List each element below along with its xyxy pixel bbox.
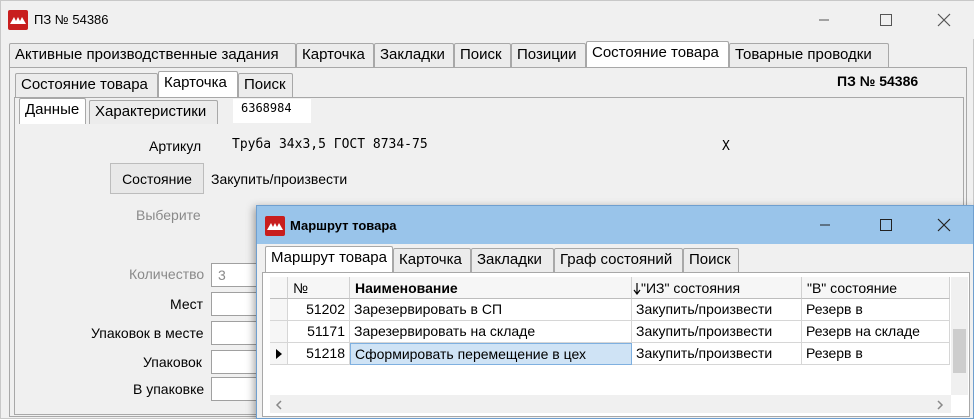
tab-bookmarks[interactable]: Закладки <box>374 43 454 67</box>
route-tab-bookmarks[interactable]: Закладки <box>471 248 554 272</box>
minimize-button[interactable] <box>801 1 847 39</box>
close-icon <box>937 218 951 232</box>
table-row-to-state[interactable]: Резерв в <box>802 343 950 365</box>
clear-mark[interactable]: X <box>722 139 730 154</box>
route-window: Маршрут товара Маршрут товара Карточка З… <box>256 205 974 419</box>
route-window-title: Маршрут товара <box>290 218 397 233</box>
tab-search[interactable]: Поиск <box>454 43 511 67</box>
places-label: Мест <box>170 296 204 312</box>
route-titlebar[interactable]: Маршрут товара <box>257 206 973 244</box>
tab-positions[interactable]: Позиции <box>511 43 586 67</box>
route-tab-route[interactable]: Маршрут товара <box>265 246 393 272</box>
table-row-from-state[interactable]: Закупить/произвести <box>632 321 802 343</box>
tab-card[interactable]: Карточка <box>296 43 374 67</box>
sort-arrow-icon <box>633 277 641 298</box>
maximize-icon <box>880 219 892 231</box>
close-icon <box>937 13 951 27</box>
column-header-num[interactable]: № <box>288 277 350 299</box>
maximize-icon <box>880 14 892 26</box>
route-tab-card[interactable]: Карточка <box>393 248 471 272</box>
subtab-item-state[interactable]: Состояние товара <box>15 73 158 97</box>
table-row-num[interactable]: 51218 <box>288 343 350 365</box>
route-grid: № Наименование "ИЗ" состояния "В" состоя… <box>270 277 950 395</box>
vertical-scroll-thumb[interactable] <box>953 329 966 373</box>
table-row-name[interactable]: Зарезервировать в СП <box>350 299 632 321</box>
route-grid-panel: № Наименование "ИЗ" состояния "В" состоя… <box>262 272 970 417</box>
packs-in-place-field[interactable] <box>211 321 261 345</box>
main-titlebar[interactable]: ПЗ № 54386 <box>1 1 974 39</box>
minimize-icon <box>818 14 830 26</box>
vertical-scrollbar[interactable] <box>951 277 968 395</box>
table-row-num[interactable]: 51171 <box>288 321 350 343</box>
state-value: Закупить/произвести <box>211 171 348 187</box>
table-row-num[interactable]: 51202 <box>288 299 350 321</box>
packs-in-place-label: Упаковок в месте <box>91 325 204 341</box>
route-close-button[interactable] <box>921 206 967 244</box>
row-indicator[interactable] <box>270 321 288 343</box>
packs-field[interactable] <box>211 350 261 374</box>
doc-number-label: ПЗ № 54386 <box>837 73 919 89</box>
inner-tab-characteristics[interactable]: Характеристики <box>89 100 218 124</box>
route-maximize-button[interactable] <box>863 206 909 244</box>
quantity-field[interactable]: 3 <box>211 263 261 287</box>
table-row-to-state[interactable]: Резерв на складе <box>802 321 950 343</box>
row-indicator[interactable] <box>270 299 288 321</box>
close-button[interactable] <box>921 1 967 39</box>
code-field[interactable]: 6368984 <box>233 99 311 123</box>
in-pack-label: В упаковке <box>133 381 205 397</box>
column-header-from-state-label: "ИЗ" состояния <box>641 280 741 296</box>
inner-tab-data[interactable]: Данные <box>19 98 86 124</box>
article-label: Артикул <box>149 138 202 154</box>
subtab-card[interactable]: Карточка <box>158 71 238 97</box>
route-logo-icon <box>265 216 285 236</box>
minimize-icon <box>819 219 831 231</box>
tab-item-transactions[interactable]: Товарные проводки <box>729 43 889 67</box>
tab-active-tasks[interactable]: Активные производственные задания <box>9 43 296 67</box>
main-window-title: ПЗ № 54386 <box>34 12 109 27</box>
row-indicator-current[interactable] <box>270 343 288 365</box>
subtab-search[interactable]: Поиск <box>238 73 293 97</box>
app-logo-icon <box>8 10 28 30</box>
choose-label: Выберите <box>136 207 201 223</box>
column-header-from-state[interactable]: "ИЗ" состояния <box>632 277 802 299</box>
table-row-from-state[interactable]: Закупить/произвести <box>632 299 802 321</box>
scroll-right-icon[interactable] <box>935 398 945 414</box>
packs-label: Упаковок <box>143 354 202 370</box>
table-row-name-selected[interactable]: Сформировать перемещение в цех <box>350 343 632 365</box>
table-row-to-state[interactable]: Резерв в <box>802 299 950 321</box>
maximize-button[interactable] <box>863 1 909 39</box>
tab-item-state[interactable]: Состояние товара <box>586 41 729 67</box>
state-button[interactable]: Состояние <box>110 163 204 194</box>
horizontal-scrollbar[interactable] <box>270 395 951 413</box>
route-tab-search[interactable]: Поиск <box>683 248 739 272</box>
row-pointer-icon <box>274 347 284 363</box>
places-field[interactable] <box>211 292 261 316</box>
route-tab-state-graph[interactable]: Граф состояний <box>554 248 683 272</box>
table-row-name[interactable]: Зарезервировать на складе <box>350 321 632 343</box>
column-header-name[interactable]: Наименование <box>350 277 632 299</box>
column-header-to-state[interactable]: "В" состояние <box>802 277 950 299</box>
in-pack-field[interactable] <box>211 377 261 401</box>
row-indicator-header <box>270 277 288 299</box>
scroll-left-icon[interactable] <box>274 398 284 414</box>
article-value: Труба 34х3,5 ГОСТ 8734-75 <box>232 137 428 152</box>
quantity-label: Количество <box>129 266 205 282</box>
table-row-from-state[interactable]: Закупить/произвести <box>632 343 802 365</box>
route-minimize-button[interactable] <box>802 206 848 244</box>
